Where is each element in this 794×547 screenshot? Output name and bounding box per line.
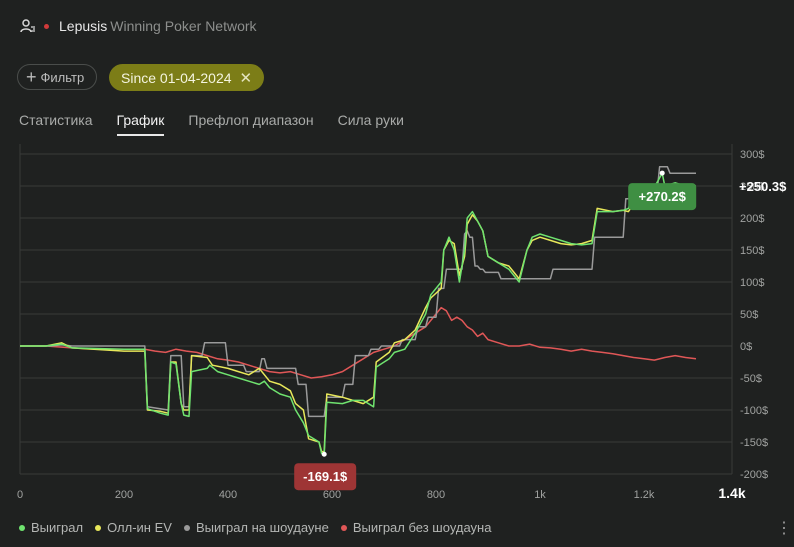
- legend-item-non-showdown[interactable]: Выиграл без шоудауна: [340, 520, 492, 535]
- vertical-dots-icon[interactable]: ⋮: [776, 518, 792, 538]
- max-label: +270.2$: [639, 189, 687, 204]
- series-line-allin_ev: [20, 194, 696, 453]
- y-tick-label: 300$: [740, 149, 764, 161]
- y-tick-label: 0$: [740, 341, 752, 353]
- close-icon[interactable]: ✕: [240, 69, 253, 87]
- y-tick-label: 50$: [740, 309, 758, 321]
- legend-label: Олл-ин EV: [107, 520, 172, 535]
- legend-item-won[interactable]: Выиграл: [19, 520, 83, 535]
- status-dot: [44, 23, 49, 29]
- x-tick-label: 1k: [534, 489, 546, 501]
- y-tick-label: 200$: [740, 213, 764, 225]
- legend-swatch: [19, 524, 25, 531]
- series-line-non_showdown: [20, 306, 697, 379]
- legend-item-allin-ev[interactable]: Олл-ин EV: [95, 520, 172, 535]
- legend-swatch: [183, 524, 190, 531]
- x-tick-label: 0: [17, 489, 23, 501]
- y-tick-label: -100$: [740, 405, 768, 417]
- x-tick-label: 600: [323, 489, 341, 501]
- x-tick-label: 1.2k: [634, 489, 655, 501]
- series-line-showdown: [20, 166, 696, 418]
- header: Lepusis Winning Poker Network: [20, 14, 257, 38]
- legend-label: Выиграл на шоудауне: [195, 520, 329, 535]
- legend-swatch: [95, 524, 102, 531]
- tab-statistics[interactable]: Статистика: [19, 112, 93, 136]
- y-tick-label: 150$: [740, 245, 764, 257]
- y-tick-label: -50$: [740, 373, 762, 385]
- add-filter-label: Фильтр: [40, 69, 85, 85]
- tab-hand-strength[interactable]: Сила руки: [338, 112, 404, 136]
- y-tick-label: 100$: [740, 277, 764, 289]
- legend-swatch: [340, 524, 347, 531]
- add-filter-button[interactable]: + Фильтр: [17, 64, 98, 90]
- y-tick-label: -200$: [740, 469, 768, 481]
- chart-grid: [19, 144, 733, 475]
- y-tick-label: -150$: [740, 437, 768, 449]
- legend-label: Выиграл: [31, 520, 84, 535]
- final-value-label: +250.3$: [739, 179, 787, 194]
- min-point-marker: [321, 451, 327, 457]
- profit-chart[interactable]: 300$250$200$150$100$50$0$-50$-100$-150$-…: [0, 140, 794, 512]
- user-switch-icon[interactable]: [20, 18, 36, 34]
- x-tick-label: 200: [115, 489, 133, 501]
- max-point-marker: [659, 170, 665, 176]
- x-axis-labels: 0 200 400 600 800 1k 1.2k 1.4k: [17, 485, 746, 501]
- x-tick-label: 1.4k: [718, 485, 745, 501]
- network-name: Winning Poker Network: [110, 18, 257, 34]
- legend-label: Выиграл без шоудауна: [352, 520, 492, 535]
- x-tick-label: 400: [219, 489, 237, 501]
- player-name[interactable]: Lepusis: [59, 18, 107, 34]
- y-axis-labels: 300$250$200$150$100$50$0$-50$-100$-150$-…: [740, 149, 768, 481]
- tab-preflop-range[interactable]: Префлоп диапазон: [188, 112, 313, 136]
- tab-bar: Статистика График Префлоп диапазон Сила …: [19, 112, 428, 136]
- legend-item-showdown[interactable]: Выиграл на шоудауне: [183, 520, 329, 535]
- tab-graph[interactable]: График: [116, 112, 165, 136]
- chart-legend: Выиграл Олл-ин EV Выиграл на шоудауне Вы…: [19, 520, 503, 535]
- min-label: -169.1$: [303, 469, 348, 484]
- date-filter-chip[interactable]: Since 01-04-2024 ✕: [109, 64, 265, 91]
- plus-icon: +: [26, 67, 37, 87]
- series-lines: [20, 166, 697, 455]
- x-tick-label: 800: [427, 489, 445, 501]
- date-filter-label: Since 01-04-2024: [121, 69, 232, 86]
